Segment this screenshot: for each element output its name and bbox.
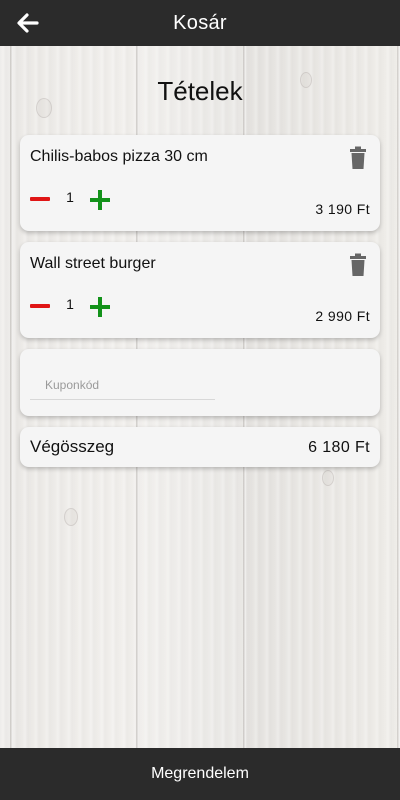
increase-quantity-button[interactable] (90, 190, 110, 210)
total-label: Végösszeg (30, 437, 115, 456)
wood-knot (322, 470, 334, 486)
increase-quantity-button[interactable] (90, 297, 110, 317)
cart-item: Wall street burger 1 2 990 Ft (20, 242, 380, 338)
total-card: Végösszeg 6 180 Ft (20, 427, 380, 467)
back-button[interactable] (14, 9, 42, 37)
page-title: Kosár (173, 11, 227, 34)
decrease-quantity-button[interactable] (30, 297, 50, 315)
order-button[interactable]: Megrendelem (0, 748, 400, 800)
decrease-quantity-button[interactable] (30, 190, 50, 208)
cart-item: Chilis-babos pizza 30 cm 1 3 190 Ft (20, 135, 380, 231)
quantity-value: 1 (66, 189, 74, 205)
plank-shade (0, 46, 10, 748)
trash-icon[interactable] (348, 146, 368, 170)
arrow-left-icon (17, 13, 39, 33)
item-name: Wall street burger (30, 255, 156, 272)
wood-knot (64, 508, 78, 526)
quantity-value: 1 (66, 296, 74, 312)
total-value: 6 180 Ft (308, 439, 370, 456)
item-name: Chilis-babos pizza 30 cm (30, 148, 208, 165)
top-bar: Kosár (0, 0, 400, 46)
plank-gap (10, 46, 13, 748)
coupon-card (20, 349, 380, 416)
order-button-label: Megrendelem (151, 765, 249, 782)
trash-icon[interactable] (348, 253, 368, 277)
item-price: 2 990 Ft (315, 308, 370, 324)
section-title: Tételek (157, 76, 243, 106)
coupon-input[interactable] (30, 371, 215, 400)
item-price: 3 190 Ft (315, 201, 370, 217)
